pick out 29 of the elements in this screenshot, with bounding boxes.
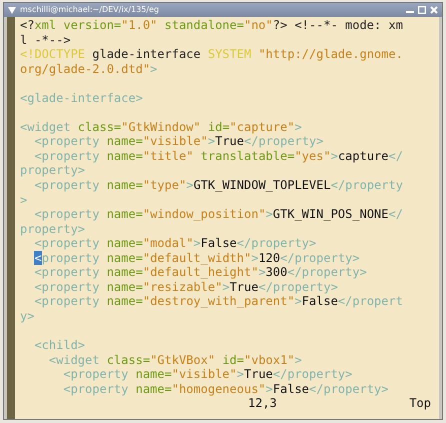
- code-line: <property name="homogeneous">False</property>: [62, 382, 390, 396]
- scroll-position: Top: [409, 396, 431, 411]
- code-line: <property name="resizable">True</property>: [33, 280, 339, 294]
- code-line: <property name="title" translatable="yes">capture</: [33, 148, 404, 164]
- close-icon[interactable]: [430, 6, 438, 14]
- code-line: property>: [20, 222, 86, 236]
- code-line: y>: [20, 308, 36, 324]
- code-line: <?xml version="1.0" standalone="no"?> <!--*- mode: xm: [20, 18, 404, 33]
- code-line: <property name="visible">True</property>: [33, 134, 324, 149]
- code-line: <!DOCTYPE glade-interface SYSTEM "http://glade.gnome.: [20, 47, 404, 62]
- code-line: <child>: [33, 338, 86, 353]
- code-line: <property name="default_height">300</property>: [33, 265, 368, 280]
- maximize-icon[interactable]: [418, 6, 426, 14]
- code-line: property>: [20, 163, 86, 178]
- menu-arrow-icon[interactable]: [8, 6, 16, 14]
- code-line: <property name="window_position">GTK_WIN_POS_NONE</: [33, 207, 404, 222]
- code-line: <property name="visible">True</property>: [62, 367, 354, 382]
- code-line: <property name="type">GTK_WINDOW_TOPLEVEL</property: [33, 178, 404, 193]
- code-line: <property name="default_width">120</property>: [33, 250, 361, 266]
- cursor-position: 12,3: [248, 396, 277, 411]
- code-line: <widget class="GtkWindow" id="capture">: [20, 120, 303, 134]
- code-line: <widget class="GtkVBox" id="vbox1">: [48, 352, 303, 368]
- code-line: <property name="modal">False</property>: [33, 236, 318, 251]
- code-line: <property name="destroy_with_parent">False</propert: [33, 294, 404, 309]
- code-line: org/glade-2.0.dtd">: [20, 62, 158, 76]
- code-line: <glade-interface>: [20, 90, 144, 106]
- code-line: >: [20, 192, 28, 208]
- window-title: mschilli@michael:~/DEV/ix/135/eg: [20, 4, 159, 16]
- code-line: l -*-->: [20, 32, 72, 48]
